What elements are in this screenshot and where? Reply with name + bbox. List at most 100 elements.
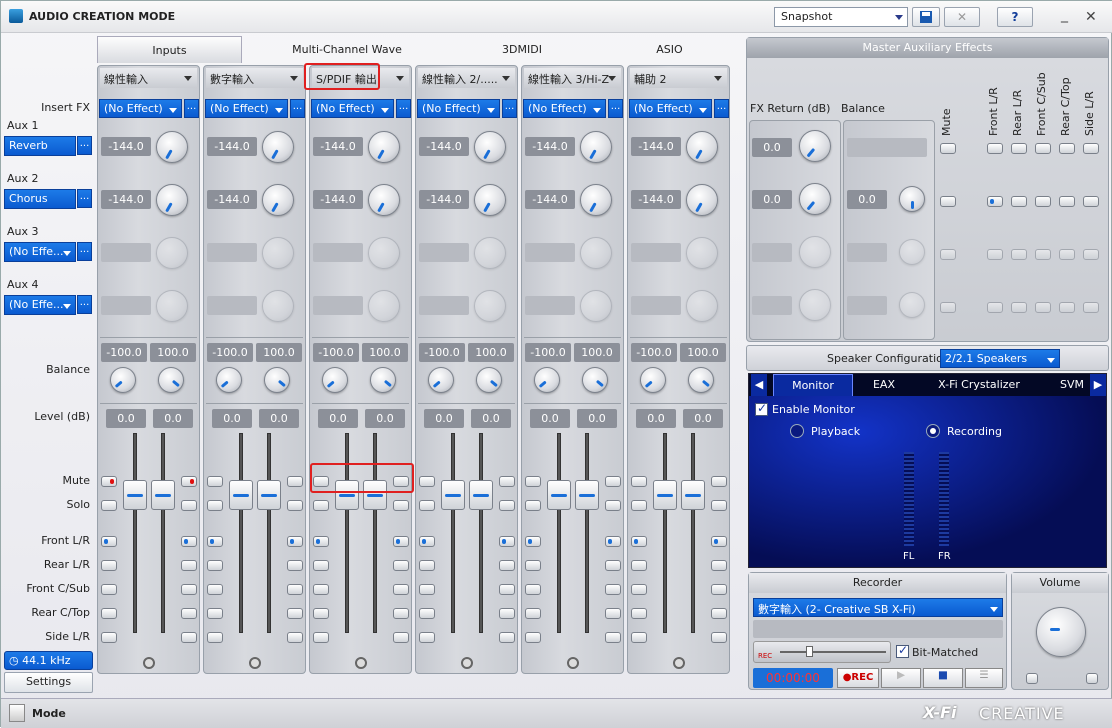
master-routing-button[interactable] bbox=[1059, 249, 1075, 260]
front-lr-right-button[interactable] bbox=[287, 536, 303, 547]
aux1-send-value[interactable]: -144.0 bbox=[631, 137, 681, 156]
recorder-source-dropdown[interactable]: 數字輸入 (2- Creative SB X-Fi) bbox=[753, 598, 1003, 617]
tab-scroll-left-button[interactable]: ◀ bbox=[751, 374, 767, 396]
balance-left-knob[interactable] bbox=[534, 367, 560, 393]
level-fader-left[interactable] bbox=[123, 480, 147, 510]
balance-right-value[interactable]: 100.0 bbox=[150, 343, 196, 362]
side-lr-right-button[interactable] bbox=[393, 632, 409, 643]
tab-xfi-crystalizer[interactable]: X-Fi Crystalizer bbox=[929, 374, 1029, 396]
balance-right-value[interactable]: 100.0 bbox=[256, 343, 302, 362]
settings-button[interactable]: Settings bbox=[4, 672, 93, 693]
level-fader-left[interactable] bbox=[547, 480, 571, 510]
level-fader-right[interactable] bbox=[151, 480, 175, 510]
mute-left-button[interactable] bbox=[419, 476, 435, 487]
side-lr-left-button[interactable] bbox=[631, 632, 647, 643]
aux1-send-knob[interactable] bbox=[262, 131, 294, 163]
mute-left-button[interactable] bbox=[207, 476, 223, 487]
rear-c-top-left-button[interactable] bbox=[313, 608, 329, 619]
aux1-send-knob[interactable] bbox=[474, 131, 506, 163]
mute-right-button[interactable] bbox=[499, 476, 515, 487]
master-routing-button[interactable] bbox=[987, 249, 1003, 260]
front-lr-left-button[interactable] bbox=[101, 536, 117, 547]
balance-left-value[interactable]: -100.0 bbox=[207, 343, 253, 362]
speaker-mute-toggle[interactable] bbox=[1086, 673, 1098, 684]
balance-2-knob[interactable] bbox=[899, 186, 925, 212]
solo-left-button[interactable] bbox=[631, 500, 647, 511]
recordings-list-button[interactable]: ☰ bbox=[965, 668, 1003, 688]
front-lr-right-button[interactable] bbox=[605, 536, 621, 547]
level-left-value[interactable]: 0.0 bbox=[530, 409, 570, 428]
tab-3dmidi[interactable]: 3DMIDI bbox=[482, 36, 562, 63]
balance-right-value[interactable]: 100.0 bbox=[468, 343, 514, 362]
master-routing-button[interactable] bbox=[1011, 249, 1027, 260]
solo-right-button[interactable] bbox=[393, 500, 409, 511]
front-lr-left-button[interactable] bbox=[313, 536, 329, 547]
playback-radio[interactable] bbox=[790, 424, 804, 438]
balance-right-knob[interactable] bbox=[476, 367, 502, 393]
aux2-send-knob[interactable] bbox=[474, 184, 506, 216]
aux3-effect-dropdown[interactable]: (No Effe... bbox=[4, 242, 76, 262]
balance-left-value[interactable]: -100.0 bbox=[631, 343, 677, 362]
insert-fx-dropdown[interactable]: (No Effect) bbox=[523, 99, 606, 118]
level-fader-left[interactable] bbox=[441, 480, 465, 510]
aux4-effect-dropdown[interactable]: (No Effe... bbox=[4, 295, 76, 315]
solo-left-button[interactable] bbox=[419, 500, 435, 511]
fx-return-2-knob[interactable] bbox=[799, 183, 831, 215]
aux2-effect-dropdown[interactable]: Chorus bbox=[4, 189, 76, 209]
record-button[interactable]: ●REC bbox=[837, 668, 879, 688]
level-fader-right[interactable] bbox=[257, 480, 281, 510]
tab-svm[interactable]: SVM bbox=[1057, 374, 1087, 396]
aux2-send-value[interactable]: -144.0 bbox=[101, 190, 151, 209]
aux2-send-knob[interactable] bbox=[156, 184, 188, 216]
front-c-sub-right-button[interactable] bbox=[181, 584, 197, 595]
level-right-value[interactable]: 0.0 bbox=[259, 409, 299, 428]
aux1-send-value[interactable]: -144.0 bbox=[207, 137, 257, 156]
front-c-sub-right-button[interactable] bbox=[287, 584, 303, 595]
balance-left-knob[interactable] bbox=[322, 367, 348, 393]
aux1-send-value[interactable]: -144.0 bbox=[313, 137, 363, 156]
side-lr-right-button[interactable] bbox=[181, 632, 197, 643]
level-fader-right[interactable] bbox=[469, 480, 493, 510]
balance-left-knob[interactable] bbox=[216, 367, 242, 393]
solo-left-button[interactable] bbox=[207, 500, 223, 511]
solo-right-button[interactable] bbox=[181, 500, 197, 511]
rear-lr-left-button[interactable] bbox=[101, 560, 117, 571]
mode-icon[interactable] bbox=[9, 704, 25, 722]
rear-lr-left-button[interactable] bbox=[313, 560, 329, 571]
aux1-settings-button[interactable]: ... bbox=[77, 136, 92, 155]
mute-left-button[interactable] bbox=[101, 476, 117, 487]
balance-left-value[interactable]: -100.0 bbox=[101, 343, 147, 362]
balance-right-knob[interactable] bbox=[264, 367, 290, 393]
master-routing-button[interactable] bbox=[1059, 196, 1075, 207]
rear-lr-left-button[interactable] bbox=[525, 560, 541, 571]
side-lr-right-button[interactable] bbox=[287, 632, 303, 643]
master-routing-button[interactable] bbox=[1011, 196, 1027, 207]
solo-right-button[interactable] bbox=[499, 500, 515, 511]
balance-right-knob[interactable] bbox=[158, 367, 184, 393]
solo-left-button[interactable] bbox=[101, 500, 117, 511]
front-lr-right-button[interactable] bbox=[181, 536, 197, 547]
level-fader-left[interactable] bbox=[653, 480, 677, 510]
side-lr-right-button[interactable] bbox=[499, 632, 515, 643]
master-routing-button[interactable] bbox=[1083, 249, 1099, 260]
front-c-sub-right-button[interactable] bbox=[711, 584, 727, 595]
rear-lr-right-button[interactable] bbox=[181, 560, 197, 571]
aux1-send-knob[interactable] bbox=[580, 131, 612, 163]
tab-asio[interactable]: ASIO bbox=[637, 36, 702, 63]
mute-right-button[interactable] bbox=[711, 476, 727, 487]
mute-left-button[interactable] bbox=[525, 476, 541, 487]
stop-button[interactable]: ■ bbox=[923, 668, 963, 688]
balance-right-value[interactable]: 100.0 bbox=[362, 343, 408, 362]
aux2-send-value[interactable]: -144.0 bbox=[525, 190, 575, 209]
strip-source-dropdown[interactable]: 數字輸入 bbox=[206, 68, 303, 88]
aux1-send-value[interactable]: -144.0 bbox=[101, 137, 151, 156]
headphone-toggle[interactable] bbox=[1026, 673, 1038, 684]
front-c-sub-left-button[interactable] bbox=[313, 584, 329, 595]
tab-eax[interactable]: EAX bbox=[859, 374, 909, 396]
master-routing-button[interactable] bbox=[987, 302, 1003, 313]
strip-source-dropdown[interactable]: 線性輸入 3/Hi-Z bbox=[524, 68, 621, 88]
fx-return-1-knob[interactable] bbox=[799, 130, 831, 162]
strip-source-dropdown[interactable]: 輔助 2 bbox=[630, 68, 727, 88]
level-right-value[interactable]: 0.0 bbox=[577, 409, 617, 428]
balance-right-value[interactable]: 100.0 bbox=[574, 343, 620, 362]
